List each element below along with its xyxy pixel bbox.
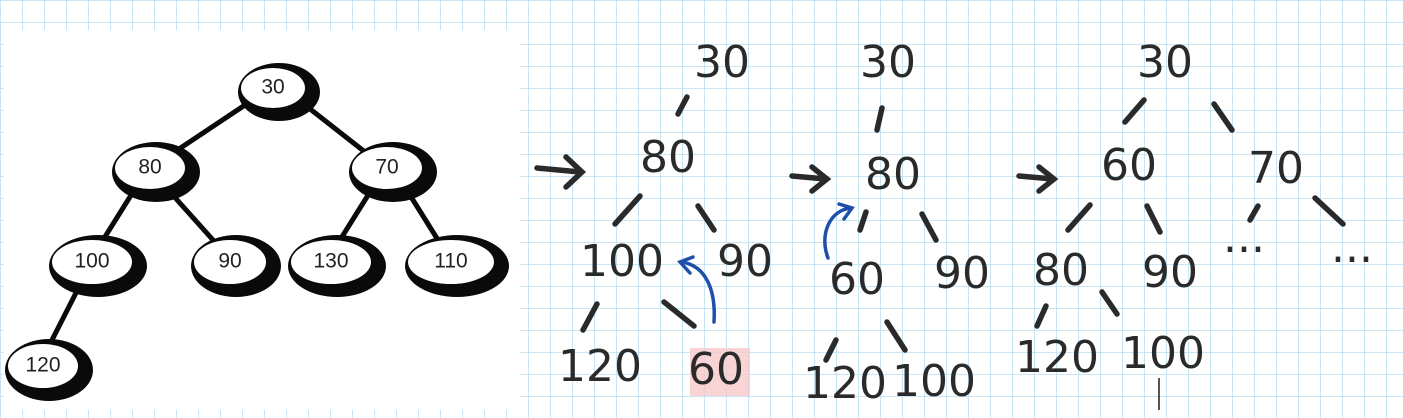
heap-insert-illustration: 30 80 70 100 90 130 110 120 30 80 100 90… (0, 0, 1403, 418)
tree-node-70: 70 (349, 142, 437, 202)
node-label: 30 (261, 76, 284, 99)
tree-node-120: 120 (5, 339, 93, 401)
node-label: 130 (313, 250, 348, 273)
sketch-label-90: 90 (934, 248, 990, 299)
tree-node-110: 110 (405, 235, 509, 297)
sketch-label-120: 120 (1015, 332, 1099, 383)
node-label: 90 (218, 250, 241, 273)
sketch-label-ellipsis: ... (1223, 212, 1265, 263)
node-label: 110 (434, 250, 467, 273)
sketch-label-90: 90 (717, 236, 773, 287)
sketch-label-100: 100 (892, 356, 976, 407)
sketch-label-80: 80 (640, 132, 696, 183)
node-label: 120 (25, 354, 60, 377)
diagram-canvas: 30 80 70 100 90 130 110 120 30 80 100 90… (0, 0, 1403, 418)
sketch-label-ellipsis: ... (1331, 222, 1373, 273)
sketch-label-100: 100 (580, 236, 664, 287)
node-label: 80 (138, 156, 161, 179)
sketch-label-120: 120 (558, 341, 642, 392)
sketch-label-60: 60 (1101, 140, 1157, 191)
sketch-label-100: 100 (1121, 328, 1205, 379)
sketch-label-90: 90 (1142, 247, 1198, 298)
sketch-label-root: 30 (1137, 37, 1193, 88)
tree-node-80: 80 (112, 142, 200, 202)
sketch-label-root: 30 (694, 37, 750, 88)
node-label: 100 (74, 250, 109, 273)
sketch-label-80: 80 (1033, 245, 1089, 296)
sketch-label-70: 70 (1248, 143, 1304, 194)
tree-node-100: 100 (49, 235, 147, 297)
sketch-label-root: 30 (860, 37, 916, 88)
tree-node-30: 30 (238, 63, 320, 121)
tree-node-90: 90 (191, 235, 281, 297)
sketch-label-60: 60 (829, 254, 885, 305)
sketch-label-80: 80 (865, 149, 921, 200)
tree-node-130: 130 (288, 235, 386, 297)
sketch-label-60: 60 (688, 344, 744, 395)
sketch-label-120: 120 (803, 358, 887, 409)
node-label: 70 (375, 156, 398, 179)
